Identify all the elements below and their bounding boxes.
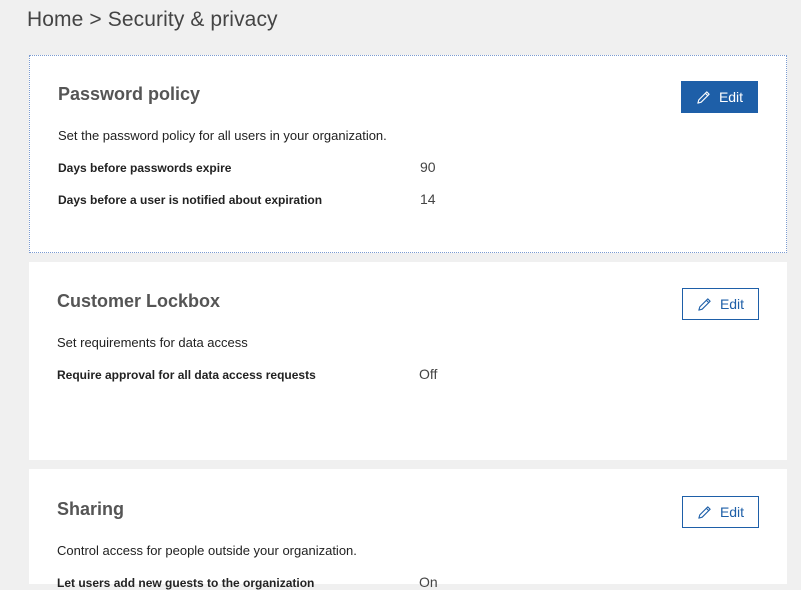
card-title: Sharing [57,499,125,519]
setting-value: On [419,574,438,590]
breadcrumb-separator: > [89,8,102,31]
card-description: Set the password policy for all users in… [58,128,387,143]
card-title: Password policy [58,84,201,104]
card-description: Control access for people outside your o… [57,543,357,558]
edit-button-label: Edit [719,296,745,312]
customer-lockbox-card: Customer Lockbox Edit Set requirements f… [29,262,787,460]
edit-password-policy-button[interactable]: Edit [681,81,758,113]
password-policy-card: Password policy Edit Set the password po… [29,55,787,253]
breadcrumb-current: Security & privacy [107,8,278,31]
setting-label: Days before passwords expire [58,161,232,175]
setting-label: Days before a user is notified about exp… [58,193,323,207]
edit-customer-lockbox-button[interactable]: Edit [682,288,759,320]
edit-button-label: Edit [718,89,744,105]
pencil-icon [698,297,711,311]
card-title: Customer Lockbox [57,291,221,311]
sharing-card: Sharing Edit Control access for people o… [29,469,787,590]
pencil-icon [697,90,710,104]
setting-value: 90 [420,159,436,175]
breadcrumb-home[interactable]: Home [27,8,83,31]
setting-label: Require approval for all data access req… [57,368,316,382]
setting-label: Let users add new guests to the organiza… [57,576,315,590]
setting-value: 14 [420,191,436,207]
setting-value: Off [419,366,438,382]
pencil-icon [698,505,711,519]
edit-sharing-button[interactable]: Edit [682,496,759,528]
breadcrumb: Home > Security & privacy [27,8,278,32]
edit-button-label: Edit [719,504,745,520]
card-description: Set requirements for data access [57,335,248,350]
